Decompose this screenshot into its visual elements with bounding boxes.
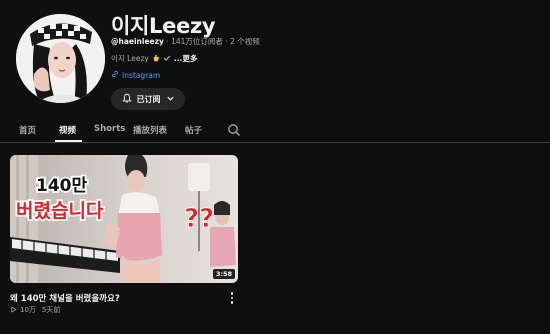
video-stats: 10万 5天前 (10, 305, 60, 315)
tab-playlists[interactable]: 播放列表 (133, 124, 167, 136)
tab-home[interactable]: 首页 (19, 124, 36, 136)
chevron-down-icon (166, 94, 175, 105)
description-more-link[interactable]: ...更多 (174, 53, 198, 64)
bell-icon (121, 93, 132, 105)
verified-check-icon (163, 54, 171, 64)
thumb-text-line1: 140만 (36, 176, 87, 196)
video-views: 10万 (20, 306, 36, 314)
play-outline-icon (10, 305, 17, 315)
video-count: 2 个视频 (230, 37, 260, 46)
subscribed-label: 已订阅 (136, 94, 161, 104)
more-vert-icon[interactable] (228, 291, 236, 305)
tabs-divider (0, 142, 550, 143)
channel-handle[interactable]: @haeinleezy (111, 37, 164, 46)
instagram-link-label: Instagram (122, 70, 161, 80)
video-age: 5天前 (41, 306, 61, 314)
description-text: 이지 Leezy (111, 54, 149, 63)
thumb-question-marks: ?? (184, 204, 214, 234)
video-title[interactable]: 왜 140만 채널을 버렸을까요? (10, 292, 120, 304)
video-duration-badge: 3:58 (212, 269, 235, 279)
video-thumbnail[interactable]: ?? 140만 버렸습니다 3:58 (10, 155, 238, 283)
search-icon[interactable] (227, 122, 241, 136)
channel-avatar[interactable] (16, 14, 105, 103)
instagram-link[interactable]: Instagram (111, 70, 160, 80)
channel-meta: @haeinleezy · 141万位订阅者 · 2 个视频 (111, 36, 260, 47)
tab-shorts[interactable]: Shorts (94, 124, 125, 134)
tab-posts[interactable]: 帖子 (185, 124, 202, 136)
channel-tabs: 首页 视频 Shorts 播放列表 帖子 (0, 118, 550, 142)
avatar-image (16, 14, 105, 103)
subscriber-count: 141万位订阅者 (171, 37, 223, 46)
thumbnail-image: ?? 140만 버렸습니다 (10, 155, 238, 283)
link-icon (111, 70, 119, 80)
thumb-text-line2: 버렸습니다 (16, 200, 104, 222)
tab-videos[interactable]: 视频 (59, 124, 76, 136)
channel-description[interactable]: 이지 Leezy ...更多 (111, 53, 197, 64)
subscribed-button[interactable]: 已订阅 (111, 88, 185, 110)
hand-emoji-icon (152, 54, 160, 64)
